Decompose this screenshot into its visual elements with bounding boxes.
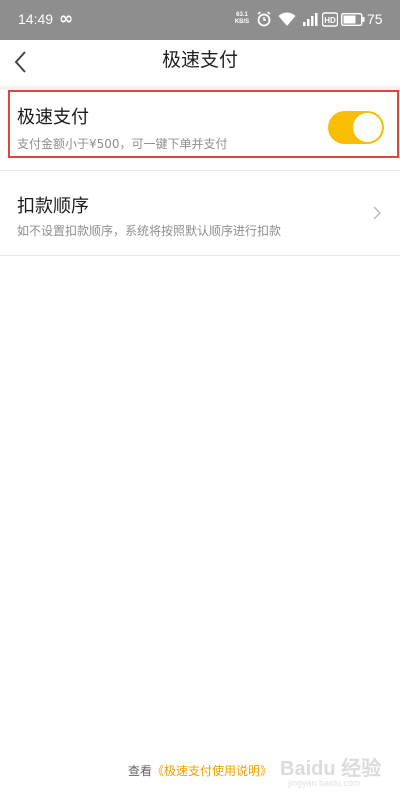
deduction-order-subtitle: 如不设置扣款顺序，系统将按照默认顺序进行扣款 [17,224,282,238]
net-speed-value: 63.1 [236,12,248,18]
watermark-url: jingyan.baidu.com [288,778,361,788]
infinity-icon: ∞ [59,9,74,29]
status-bar: 14:49 ∞ 63.1 KB/S HD 75 [0,0,400,40]
fast-pay-subtitle: 支付金额小于¥500，可一键下单并支付 [17,137,228,151]
battery-icon [341,13,365,26]
svg-text:HD: HD [324,16,336,25]
footer-prefix: 查看 [127,764,152,778]
usage-guide-link[interactable]: 《极速支付使用说明》 [152,764,272,778]
status-time: 14:49 [18,11,54,27]
fast-pay-toggle[interactable] [328,111,384,144]
watermark-text: Baidu 经验 [280,758,382,780]
net-speed-unit: KB/S [234,19,250,25]
fast-pay-title: 极速支付 [17,107,89,128]
toggle-knob [353,113,382,142]
nav-bar: 极速支付 [0,40,400,86]
baidu-watermark: Baidu 经验 jingyan.baidu.com [280,752,398,792]
signal-icon [303,13,318,26]
wifi-icon [278,12,296,26]
net-speed: 63.1 KB/S [234,12,250,26]
chevron-right-icon [373,206,382,220]
hd-icon: HD [322,12,338,27]
battery-level: 75 [367,11,383,27]
deduction-order-title: 扣款顺序 [17,196,89,217]
divider [0,255,400,256]
deduction-order-row[interactable]: 扣款顺序 如不设置扣款顺序，系统将按照默认顺序进行扣款 [0,171,400,255]
page-title: 极速支付 [161,49,238,71]
fast-pay-row: 极速支付 支付金额小于¥500，可一键下单并支付 [0,90,400,170]
alarm-icon [257,11,271,27]
